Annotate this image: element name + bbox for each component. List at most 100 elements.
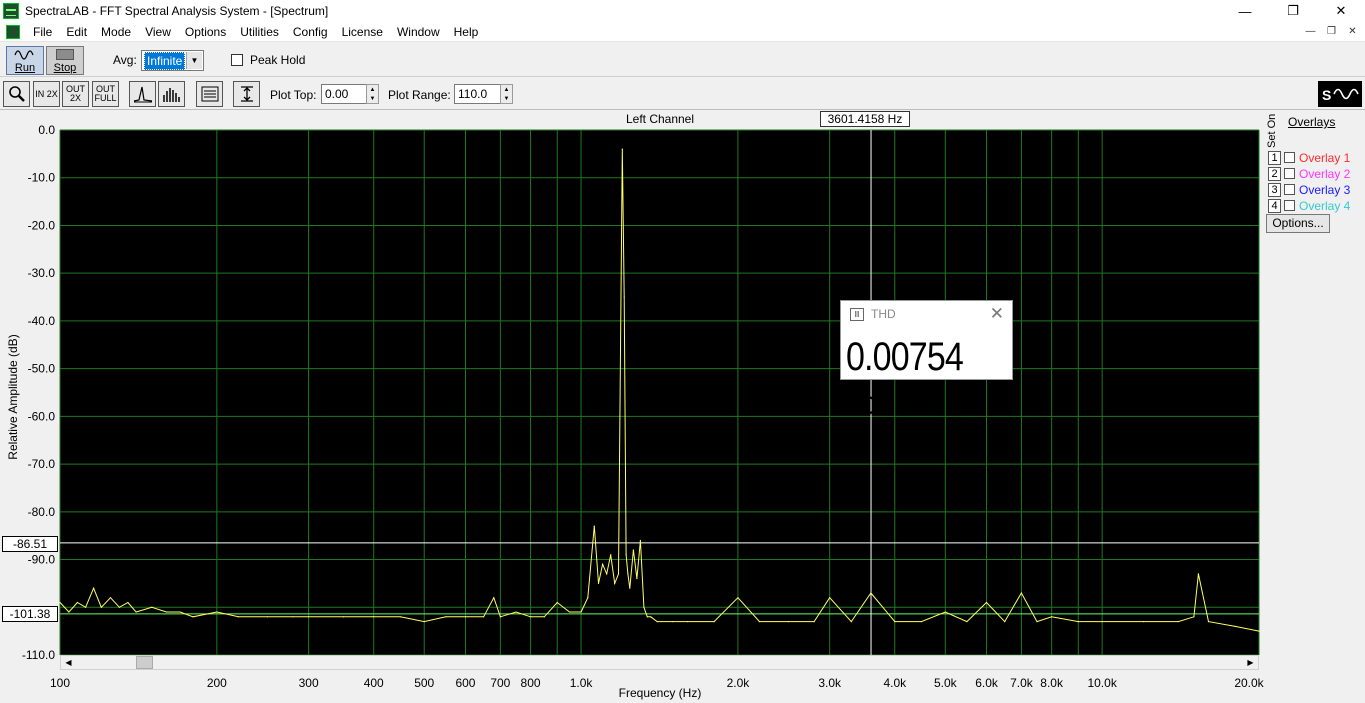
spectrum-point: [656, 620, 658, 623]
window-list-icon: [201, 86, 218, 102]
thd-header: II THD ✕: [841, 301, 1012, 327]
y-tick-label: -70.0: [28, 457, 56, 471]
spectrum-point: [292, 616, 294, 618]
overlay-set-button[interactable]: 4: [1268, 198, 1281, 213]
menu-license[interactable]: License: [335, 22, 390, 42]
overlay-checkbox[interactable]: [1284, 152, 1295, 163]
plot-range-input[interactable]: 110.0: [454, 84, 501, 104]
x-tick-label: 100: [49, 676, 71, 690]
spectrum-point: [216, 611, 218, 613]
spectrum-point: [646, 616, 648, 618]
thd-popup[interactable]: II THD ✕ 0.00754 %: [840, 300, 1013, 423]
y-tick-label: -90.0: [28, 553, 56, 567]
overlay-checkbox[interactable]: [1284, 184, 1295, 195]
scale-button[interactable]: [233, 81, 260, 107]
spectrum-point: [966, 620, 968, 623]
spectrum-point: [623, 296, 625, 298]
spectrum-point: [606, 573, 608, 575]
menu-options[interactable]: Options: [178, 22, 233, 42]
overlay-checkbox[interactable]: [1284, 200, 1295, 211]
mdi-restore-icon[interactable]: ❐: [1323, 24, 1340, 38]
overlay-set-button[interactable]: 3: [1268, 182, 1281, 197]
menu-edit[interactable]: Edit: [59, 22, 94, 42]
plot-range-spinner[interactable]: ▲ ▼: [500, 84, 513, 104]
x-tick-label: 300: [298, 676, 319, 690]
dropdown-arrow-icon[interactable]: ▼: [186, 52, 202, 69]
menu-help[interactable]: Help: [447, 22, 486, 42]
acquisition-toolbar: Run Stop Avg:: [0, 43, 1365, 77]
spectrum-point: [597, 582, 600, 585]
zoom-out-2x-button[interactable]: OUT 2X: [62, 81, 89, 107]
line-plot-button[interactable]: [129, 81, 156, 107]
overlay-row: 2 Overlay 2: [1268, 166, 1350, 181]
spectrum-point: [515, 611, 517, 613]
overlays-title: Overlays: [1288, 115, 1336, 129]
x-tick-label: 800: [520, 676, 541, 690]
y-tick-label: -20.0: [28, 218, 56, 232]
overlay-set-button[interactable]: 2: [1268, 166, 1281, 181]
spectrum-point: [85, 606, 87, 608]
menu-view[interactable]: View: [138, 22, 178, 42]
spectrum-point: [464, 616, 467, 618]
run-button[interactable]: Run: [6, 46, 44, 75]
pause-icon[interactable]: II: [850, 307, 864, 321]
peak-hold-checkbox[interactable]: [231, 54, 243, 66]
x-tick-label: 3.0k: [818, 676, 842, 690]
overlays-panel: Overlays Set On 1 Overlay 1 2 Overlay 2 …: [1264, 112, 1365, 672]
avg-label: Avg:: [113, 53, 137, 67]
restore-button[interactable]: ❐: [1269, 0, 1317, 22]
spectrum-point: [151, 606, 153, 608]
spectrum-point: [92, 587, 95, 589]
spectrum-plot[interactable]: 0.0 -10.0 -20.0 -30.0 -40.0 -50.0 -60.0 -70.0 -8…: [0, 110, 1264, 690]
spectrum-point: [399, 616, 401, 618]
document-icon[interactable]: [6, 24, 20, 39]
menu-file[interactable]: File: [26, 22, 59, 42]
overlay-set-button[interactable]: 1: [1268, 150, 1281, 165]
spectrum-point: [850, 620, 852, 623]
menu-config[interactable]: Config: [286, 22, 335, 42]
overlay-checkbox[interactable]: [1284, 168, 1295, 179]
spectrum-point: [76, 601, 79, 604]
menu-mode[interactable]: Mode: [94, 22, 138, 42]
thd-value: 0.00754 %: [846, 335, 964, 423]
menu-utilities[interactable]: Utilities: [233, 22, 286, 42]
spectrum-point: [610, 554, 612, 556]
lower-marker-readout: -101.38: [2, 606, 58, 622]
overlay-options-button[interactable]: Options...: [1266, 214, 1330, 233]
horizontal-scrollbar[interactable]: ◀ ▶: [60, 655, 1259, 670]
plot-top-spinner[interactable]: ▲ ▼: [366, 84, 379, 104]
scroll-thumb[interactable]: [136, 656, 153, 669]
mdi-minimize-icon[interactable]: —: [1302, 24, 1319, 38]
zoom-in-2x-button[interactable]: IN 2X: [33, 81, 60, 107]
close-button[interactable]: ✕: [1317, 0, 1365, 22]
avg-selected-value: Infinite: [144, 51, 186, 70]
spectrum-point: [813, 620, 815, 623]
scroll-right-icon[interactable]: ▶: [1243, 656, 1258, 669]
spectrum-point: [985, 601, 988, 604]
overlay-name: Overlay 3: [1299, 182, 1351, 197]
stop-button[interactable]: Stop: [46, 46, 84, 75]
display-settings-button[interactable]: [196, 81, 223, 107]
bar-plot-button[interactable]: [158, 81, 185, 107]
mdi-close-icon[interactable]: ✕: [1344, 24, 1361, 38]
spectrum-point: [650, 616, 652, 618]
y-tick-label: -30.0: [28, 266, 56, 280]
spectrum-point: [587, 597, 589, 599]
magnifier-icon: [8, 86, 25, 102]
x-tick-label: 600: [455, 676, 476, 690]
avg-select[interactable]: Infinite ▼: [141, 50, 204, 71]
spectrum-point: [1101, 620, 1103, 623]
plot-top-input[interactable]: 0.00: [321, 84, 367, 104]
zoom-out-full-button[interactable]: OUT FULL: [92, 81, 119, 107]
x-tick-label: 200: [206, 676, 227, 690]
minimize-button[interactable]: —: [1221, 0, 1269, 22]
x-tick-label: 500: [414, 676, 435, 690]
spectrum-point: [621, 148, 623, 150]
set-on-label: Set On: [1266, 113, 1278, 148]
x-tick-label: 6.0k: [975, 676, 998, 690]
zoom-tool-icon[interactable]: [3, 81, 30, 107]
scroll-left-icon[interactable]: ◀: [61, 656, 76, 669]
close-icon[interactable]: ✕: [990, 304, 1004, 324]
y-tick-label: 0.0: [38, 123, 55, 137]
menu-window[interactable]: Window: [390, 22, 447, 42]
